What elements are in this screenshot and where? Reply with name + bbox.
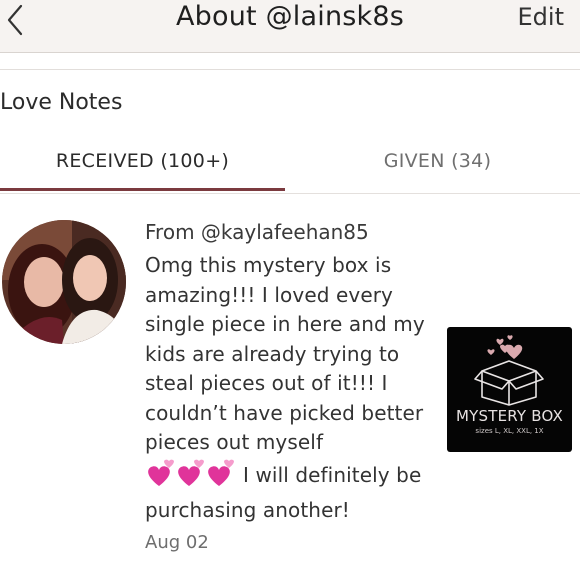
- active-tab-indicator: [0, 188, 285, 191]
- gift-box-icon: [474, 335, 544, 406]
- section-title: Love Notes: [0, 90, 123, 115]
- product-thumbnail[interactable]: MYSTERY BOX sizes L, XL, XXL, 1X: [447, 327, 572, 452]
- note-body: Omg this mystery box is amazing!!! I lov…: [145, 251, 435, 526]
- top-nav-bar: About @lainsk8s Edit: [0, 0, 580, 53]
- page-title: About @lainsk8s: [175, 1, 405, 32]
- edit-button[interactable]: Edit: [518, 0, 564, 34]
- avatar[interactable]: [2, 220, 126, 344]
- product-sizes: sizes L, XL, XXL, 1X: [475, 427, 544, 435]
- tab-received[interactable]: RECEIVED (100+): [0, 138, 285, 190]
- note-text-start: Omg this mystery box is amazing!!! I lov…: [145, 253, 425, 454]
- tab-bar: RECEIVED (100+) GIVEN (34): [0, 138, 580, 194]
- avatar-photo: [2, 220, 126, 344]
- tab-given[interactable]: GIVEN (34): [295, 138, 580, 190]
- note-date: Aug 02: [145, 531, 209, 553]
- sparkling-hearts-icon: [145, 458, 237, 497]
- note-author[interactable]: From @kaylafeehan85: [145, 217, 435, 247]
- product-title: MYSTERY BOX: [455, 407, 563, 425]
- love-note: From @kaylafeehan85 Omg this mystery box…: [145, 217, 435, 553]
- divider: [0, 69, 580, 70]
